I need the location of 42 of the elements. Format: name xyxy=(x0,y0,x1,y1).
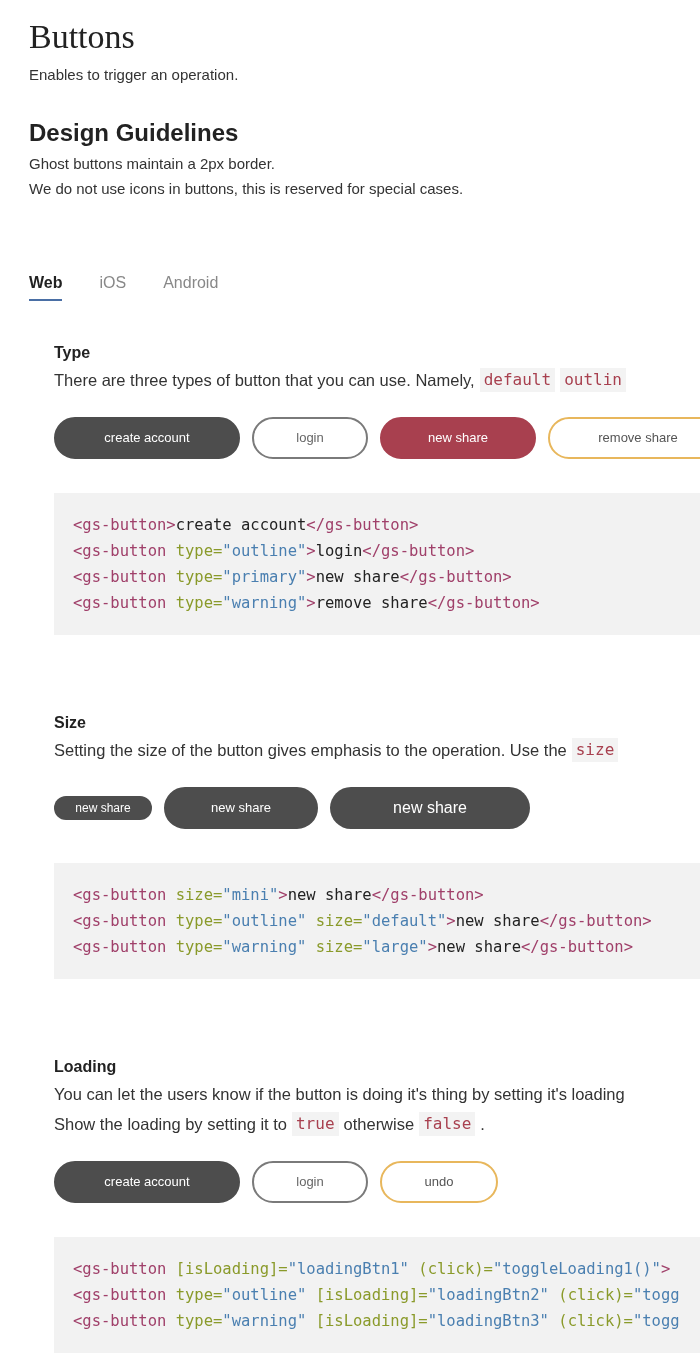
description-text: otherwise xyxy=(343,1113,415,1135)
code-line: <gs-button type="outline" size="default">new share</gs-button> xyxy=(73,911,652,930)
page-title: Buttons xyxy=(29,17,136,57)
demo-button[interactable]: new share xyxy=(164,786,318,829)
inline-code: size xyxy=(571,737,619,762)
code-line: <gs-button type="warning" size="large">new share</gs-button> xyxy=(73,937,633,956)
demo-button[interactable]: create account xyxy=(54,1160,240,1203)
demo-button[interactable]: login xyxy=(252,1160,368,1203)
demo-button[interactable]: remove share xyxy=(548,416,700,459)
inline-code: outlin xyxy=(560,367,626,392)
tab[interactable]: iOS xyxy=(99,266,127,301)
tab[interactable]: Android xyxy=(163,266,219,301)
code-line: <gs-button [isLoading]="loadingBtn1" (click)="toggleLoading1()"> xyxy=(73,1259,671,1278)
code-line: <gs-button type="primary">new share</gs-button> xyxy=(73,567,512,586)
code-line: <gs-button>create account</gs-button> xyxy=(73,515,419,534)
inline-code: true xyxy=(292,1111,339,1136)
code-line: <gs-button type="warning">remove share</gs-button> xyxy=(73,593,540,612)
description-text: Show the loading by setting it to xyxy=(54,1113,287,1135)
inline-code: default xyxy=(479,367,556,392)
guideline-text: Ghost buttons maintain a 2px border. xyxy=(29,153,276,174)
subsection-title: Size xyxy=(54,712,87,733)
demo-button[interactable]: new share xyxy=(330,786,530,829)
demo-button[interactable]: new share xyxy=(380,416,536,459)
code-line: <gs-button type="outline" [isLoading]="loadingBtn2" (click)="togg xyxy=(73,1285,680,1304)
demo-button[interactable]: create account xyxy=(54,416,240,459)
tab[interactable]: Web xyxy=(29,266,63,301)
demo-button[interactable]: undo xyxy=(380,1160,498,1203)
inline-code: false xyxy=(419,1111,476,1136)
description-text: Setting the size of the button gives emphasis to the operation. Use the xyxy=(54,739,567,761)
subsection-title: Loading xyxy=(54,1056,118,1077)
code-line: <gs-button size="mini">new share</gs-button> xyxy=(73,885,484,904)
description-text: . xyxy=(480,1113,485,1135)
code-line: <gs-button type="warning" [isLoading]="loadingBtn3" (click)="togg xyxy=(73,1311,680,1330)
description-text: You can let the users know if the button is doing it's thing by setting it's loading xyxy=(54,1083,625,1105)
page-subtitle: Enables to trigger an operation. xyxy=(29,65,240,85)
code-line: <gs-button type="outline">login</gs-button> xyxy=(73,541,475,560)
guideline-text: We do not use icons in buttons, this is reserved for special cases. xyxy=(29,178,465,199)
section-heading: Design Guidelines xyxy=(29,117,240,148)
demo-button[interactable]: new share xyxy=(54,795,152,820)
subsection-title: Type xyxy=(54,342,92,363)
demo-button[interactable]: login xyxy=(252,416,368,459)
description-text: There are three types of button that you can use. Namely, xyxy=(54,369,475,391)
